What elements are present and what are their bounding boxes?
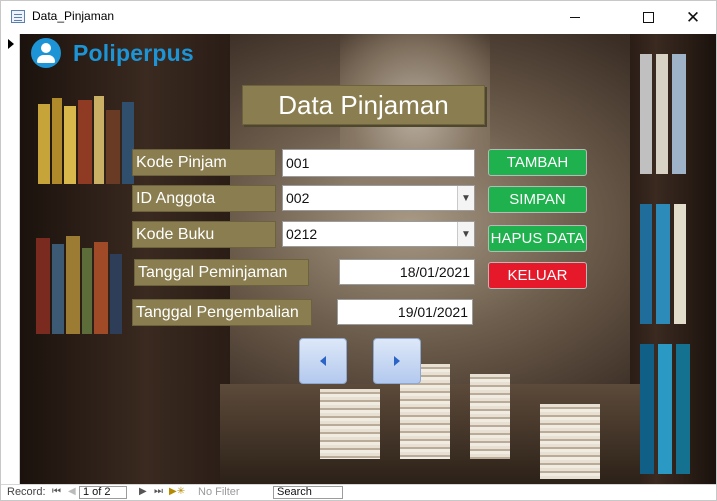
record-label: Record: [7, 486, 46, 498]
kode-buku-label: Kode Buku [132, 221, 276, 248]
minimize-icon [570, 16, 580, 18]
form-title: Data Pinjaman [242, 85, 485, 125]
access-form-window: Data_Pinjaman ✕ Poliperpus Data Pinjaman… [0, 0, 717, 501]
chevron-down-icon[interactable]: ▼ [457, 186, 474, 210]
title-bar: Data_Pinjaman ✕ [1, 1, 716, 33]
tambah-button[interactable]: TAMBAH [488, 149, 587, 176]
next-record-icon[interactable]: ▶ [139, 486, 147, 497]
next-record-button[interactable] [373, 338, 421, 384]
kode-buku-value: 0212 [286, 226, 318, 242]
maximize-icon [642, 11, 654, 23]
tanggal-peminjaman-input[interactable]: 18/01/2021 [339, 259, 475, 285]
chevron-down-icon[interactable]: ▼ [457, 222, 474, 246]
user-icon [31, 38, 61, 68]
id-anggota-value: 002 [286, 190, 310, 206]
kode-pinjam-label: Kode Pinjam [132, 149, 276, 176]
last-record-icon[interactable]: ⏭ [154, 486, 163, 497]
simpan-button[interactable]: SIMPAN [488, 186, 587, 213]
minimize-button[interactable] [552, 1, 598, 33]
no-filter-indicator[interactable]: No Filter [198, 486, 240, 498]
maximize-button[interactable] [625, 1, 671, 33]
first-record-icon[interactable]: ⏮ [52, 486, 61, 497]
hapus-data-button[interactable]: HAPUS DATA [488, 225, 587, 252]
previous-record-icon[interactable]: ◀ [68, 486, 76, 497]
arrow-right-icon [394, 356, 400, 366]
form-icon [11, 10, 25, 23]
id-anggota-label: ID Anggota [132, 185, 276, 212]
id-anggota-combobox[interactable]: 002 ▼ [282, 185, 475, 211]
tanggal-pengembalian-label: Tanggal Pengembalian [132, 299, 312, 326]
record-selector[interactable] [1, 34, 20, 484]
window-title: Data_Pinjaman [32, 9, 115, 23]
search-box[interactable]: Search [273, 486, 343, 499]
record-navigation-bar: Record: ⏮ ◀ 1 of 2 ▶ ⏭ ▶✳ No Filter Sear… [1, 484, 716, 500]
keluar-button[interactable]: KELUAR [488, 262, 587, 289]
tanggal-peminjaman-label: Tanggal Peminjaman [134, 259, 309, 286]
brand-name: Poliperpus [73, 39, 194, 66]
current-record-icon [8, 39, 14, 49]
record-position-input[interactable]: 1 of 2 [79, 486, 127, 499]
new-record-icon[interactable]: ▶✳ [169, 486, 185, 497]
tanggal-pengembalian-input[interactable]: 19/01/2021 [337, 299, 473, 325]
kode-pinjam-input[interactable]: 001 [282, 149, 475, 177]
arrow-left-icon [320, 356, 326, 366]
close-icon: ✕ [685, 7, 701, 27]
kode-buku-combobox[interactable]: 0212 ▼ [282, 221, 475, 247]
poliperpus-logo: Poliperpus [31, 38, 194, 68]
close-window-button[interactable]: ✕ [670, 1, 716, 33]
previous-record-button[interactable] [299, 338, 347, 384]
